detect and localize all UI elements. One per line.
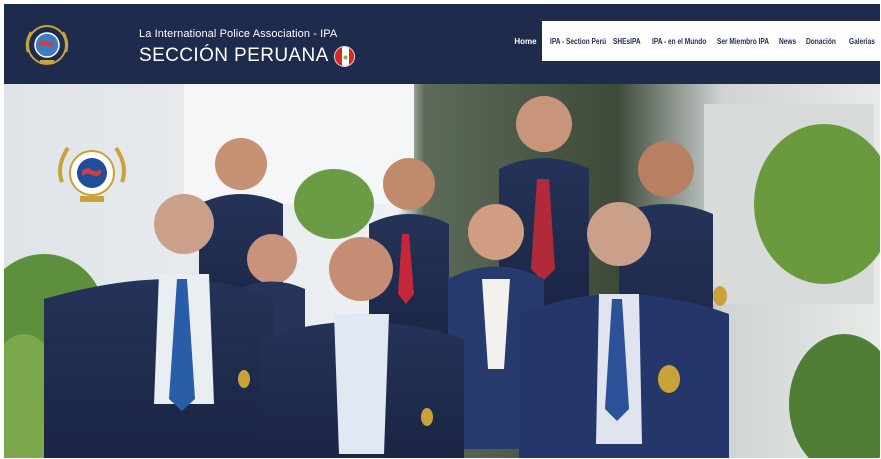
section-title-text: SECCIÓN PERUANA: [139, 45, 329, 66]
main-nav: IPA - Section Perú SHEsIPA IPA - en el M…: [542, 21, 880, 61]
hero-group-photo: [4, 84, 880, 458]
nav-home[interactable]: Home: [509, 21, 542, 61]
hero-photo-illustration: [4, 84, 880, 458]
org-name: La International Police Association - IP…: [139, 28, 338, 40]
nav-ser-miembro-ipa[interactable]: Ser Miembro IPA: [717, 37, 769, 46]
nav-donacion[interactable]: Donación: [806, 37, 836, 46]
section-title: SECCIÓN PERUANA: [139, 45, 355, 67]
nav-ipa-en-el-mundo[interactable]: IPA - en el Mundo: [652, 37, 706, 46]
nav-shesipa[interactable]: SHEsIPA: [613, 37, 641, 46]
site-header: La International Police Association - IP…: [4, 4, 880, 84]
peru-flag-icon: [333, 45, 355, 67]
nav-galerias[interactable]: Galerias: [849, 37, 875, 46]
page-frame: La International Police Association - IP…: [4, 4, 880, 458]
ipa-emblem-icon: [58, 146, 126, 202]
ipa-logo-icon[interactable]: [24, 22, 70, 68]
nav-news[interactable]: News: [779, 37, 796, 46]
nav-ipa-section-peru[interactable]: IPA - Section Perú: [550, 37, 606, 46]
